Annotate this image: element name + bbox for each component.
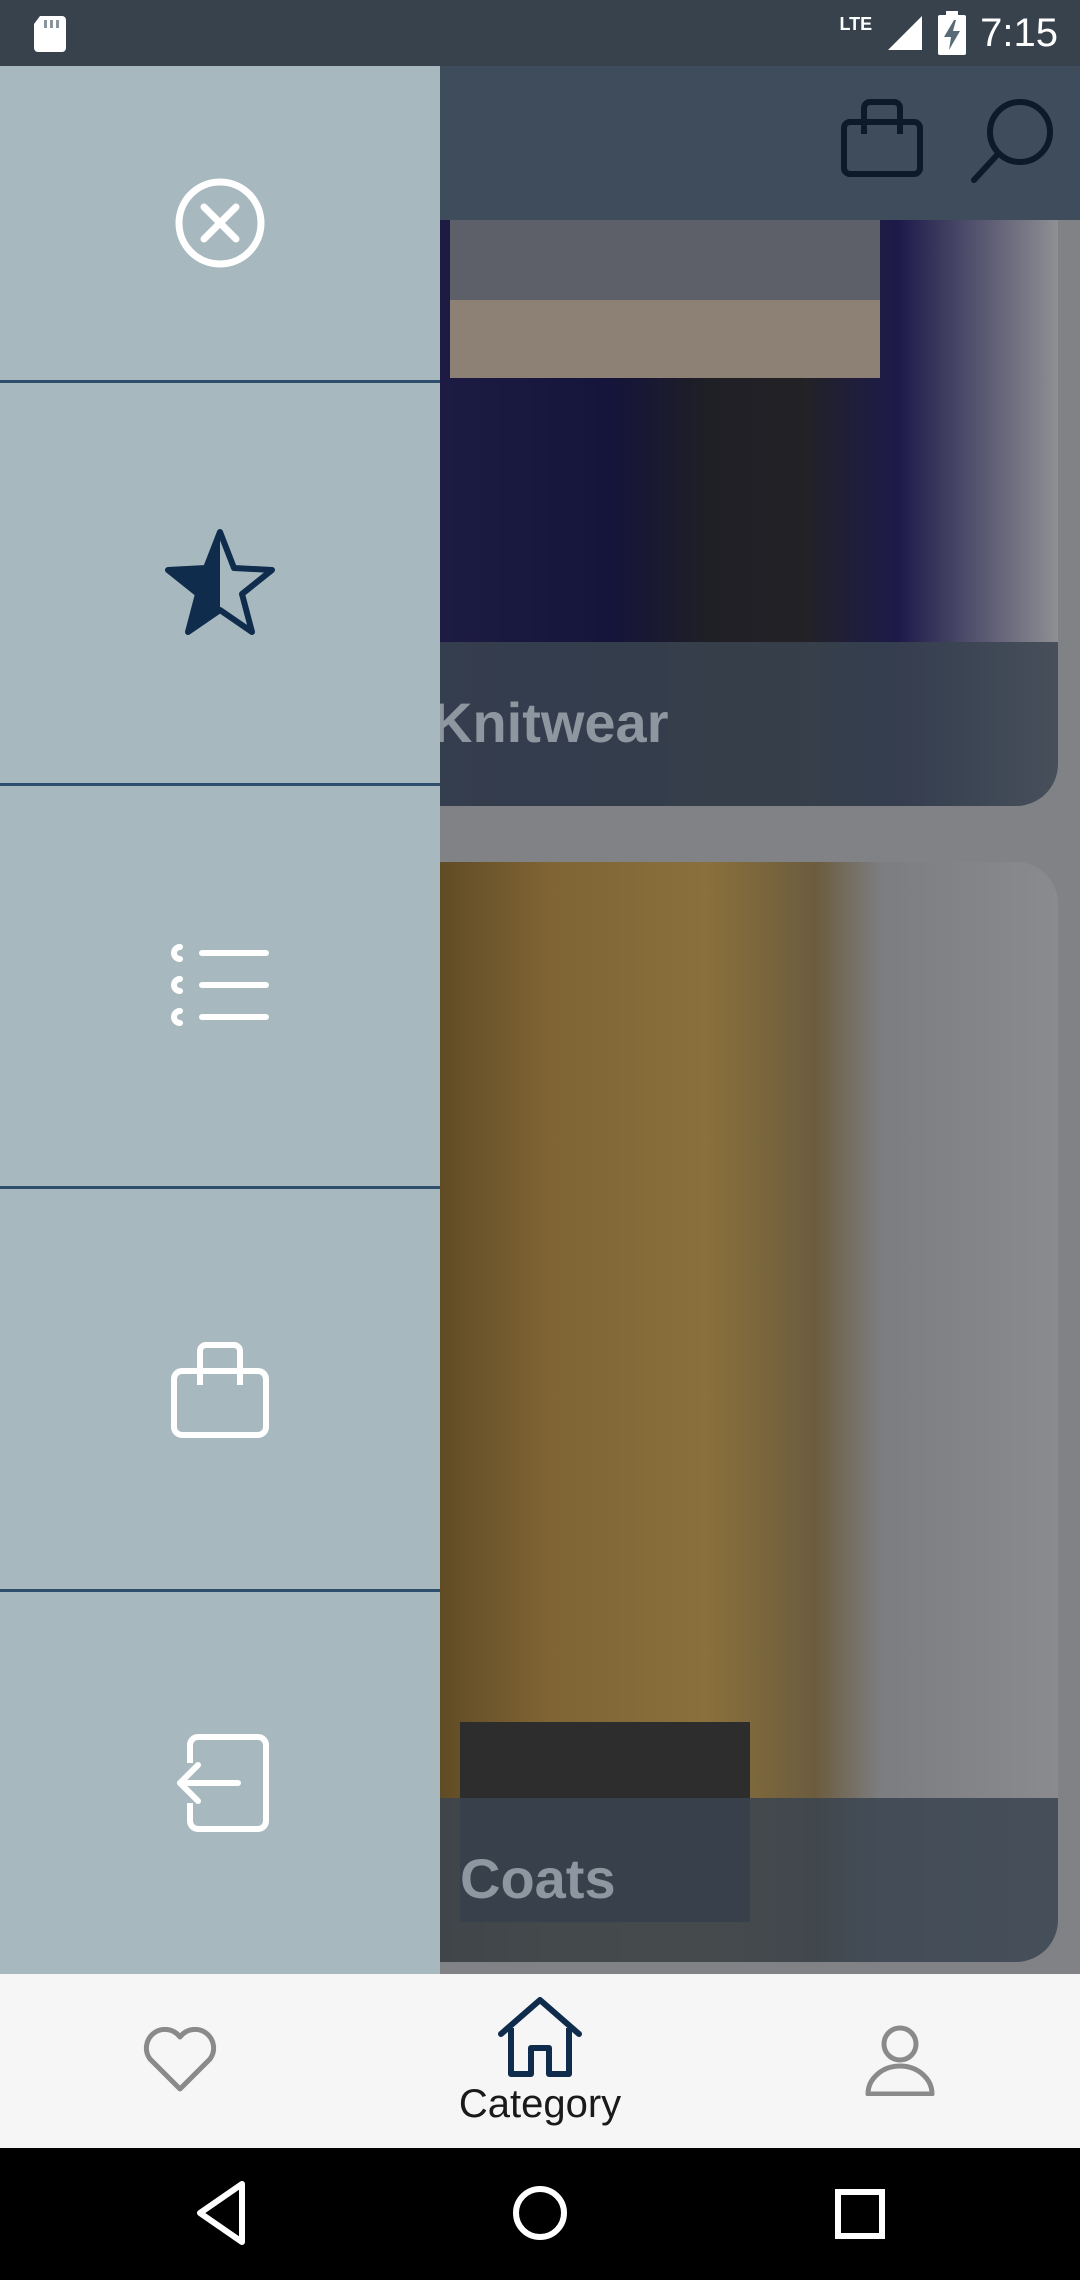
nav-favorites[interactable]	[110, 1974, 250, 2148]
drawer-item-logout[interactable]	[0, 1592, 440, 1974]
user-icon	[865, 2025, 935, 2096]
category-card-coats[interactable]: Coats	[420, 862, 1058, 1962]
list-icon	[171, 944, 269, 1026]
bottom-navigation: Category	[0, 1974, 1080, 2148]
star-half-icon	[165, 529, 275, 635]
drawer-item-bag[interactable]	[0, 1189, 440, 1589]
logout-icon	[177, 1734, 269, 1832]
home-button-icon[interactable]	[510, 2178, 570, 2248]
category-label-bar: Knitwear	[420, 642, 1058, 806]
category-label: Coats	[460, 1847, 616, 1910]
shopping-bag-icon	[171, 1342, 269, 1438]
category-label: Knitwear	[432, 691, 669, 754]
nav-profile[interactable]	[830, 1974, 970, 2148]
side-drawer	[0, 66, 440, 1974]
close-icon	[175, 178, 265, 268]
battery-charging-icon	[938, 11, 967, 55]
nav-category-label: Category	[458, 2081, 622, 2126]
network-type: LTE	[839, 14, 873, 34]
sd-card-icon	[34, 16, 66, 52]
home-icon	[498, 1996, 582, 2077]
category-card-knitwear[interactable]: Knitwear	[420, 220, 1058, 806]
product-image-detail	[450, 300, 880, 378]
shopping-bag-icon[interactable]	[840, 94, 924, 178]
signal-icon	[888, 16, 923, 50]
recents-icon[interactable]	[834, 2178, 886, 2248]
status-time: 7:15	[980, 10, 1058, 55]
nav-category[interactable]: Category	[420, 1974, 660, 2148]
search-icon[interactable]	[968, 94, 1060, 186]
category-label-bar: Coats	[420, 1798, 1058, 1962]
system-navigation-bar	[0, 2148, 1080, 2280]
heart-icon	[143, 2027, 217, 2092]
drawer-item-list[interactable]	[0, 786, 440, 1186]
product-image	[450, 220, 880, 300]
drawer-item-favorites[interactable]	[0, 383, 440, 783]
status-bar: LTE 7:15	[0, 0, 1080, 66]
back-icon[interactable]	[192, 2178, 252, 2248]
drawer-close-button[interactable]	[0, 66, 440, 380]
